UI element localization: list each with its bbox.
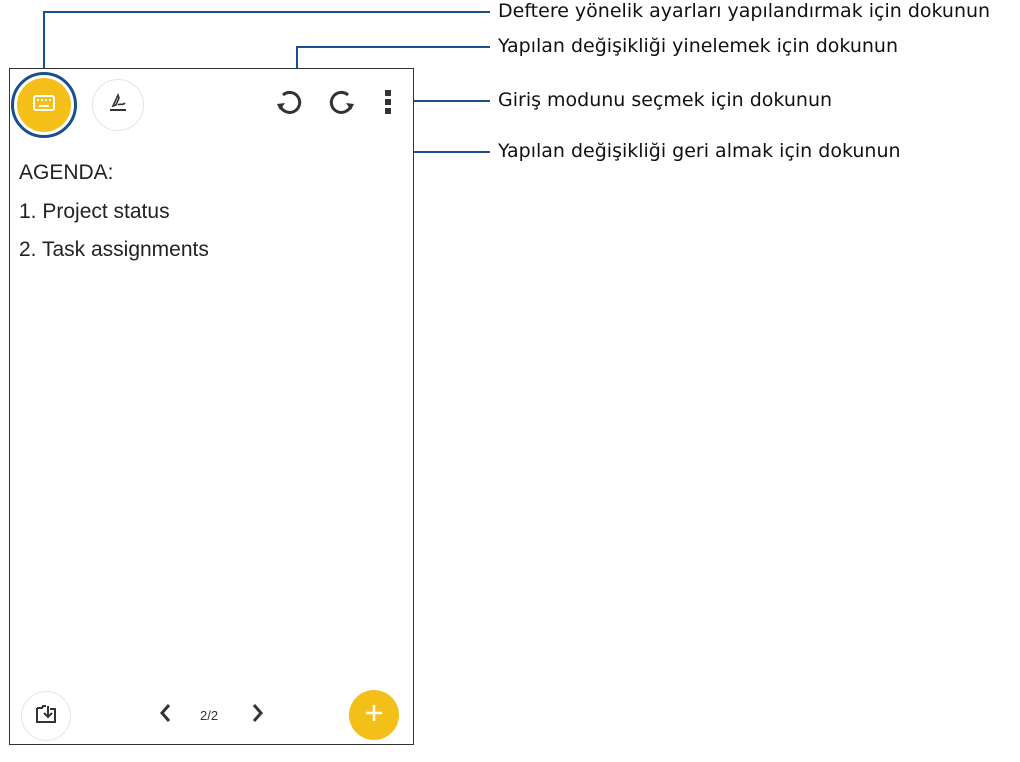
pen-icon	[106, 91, 130, 120]
chevron-left-icon	[159, 703, 171, 728]
import-button[interactable]	[21, 691, 71, 741]
callout-redo: Yapılan değişikliği yinelemek için dokun…	[498, 35, 899, 57]
handwriting-mode-button[interactable]	[92, 79, 144, 131]
page-indicator: 2/2	[200, 708, 219, 723]
plus-icon	[363, 702, 385, 729]
redo-icon	[327, 88, 357, 123]
undo-icon	[274, 88, 304, 123]
previous-page-button[interactable]	[155, 703, 175, 727]
callout-settings: Deftere yönelik ayarları yapılandırmak i…	[498, 0, 991, 22]
add-page-button[interactable]	[349, 690, 399, 740]
callout-undo: Yapılan değişikliği geri almak için doku…	[498, 140, 901, 162]
redo-button[interactable]	[324, 87, 360, 123]
note-line-2: 1. Project status	[19, 200, 170, 223]
keyboard-mode-button[interactable]	[17, 78, 71, 132]
note-line-1: AGENDA:	[19, 161, 114, 184]
undo-button[interactable]	[271, 87, 307, 123]
import-icon	[34, 703, 58, 730]
callout-input-mode: Giriş modunu seçmek için dokunun	[498, 89, 833, 111]
keyboard-icon	[33, 94, 55, 116]
note-line-3: 2. Task assignments	[19, 238, 209, 261]
chevron-right-icon	[252, 703, 264, 728]
next-page-button[interactable]	[248, 703, 268, 727]
more-vert-icon	[384, 89, 392, 120]
more-options-button[interactable]	[380, 89, 396, 119]
